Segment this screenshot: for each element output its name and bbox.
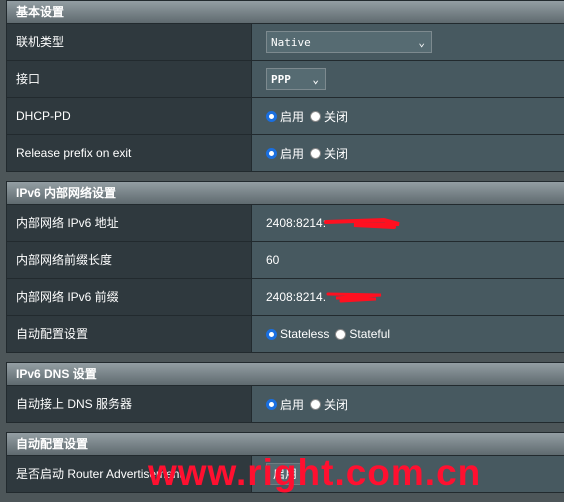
row-label: Release prefix on exit bbox=[7, 135, 252, 171]
row-interface: 接口 PPP ⌄ bbox=[7, 61, 564, 98]
select-value: Native bbox=[271, 35, 311, 49]
radio-icon bbox=[266, 110, 277, 122]
row-lan-ipv6-address: 内部网络 IPv6 地址 2408:8214: bbox=[7, 205, 564, 242]
row-label: 联机类型 bbox=[7, 24, 252, 60]
radio-label: 启用 bbox=[280, 397, 305, 412]
row-connection-type: 联机类型 Native ⌄ bbox=[7, 24, 564, 61]
radio-label: 关闭 bbox=[324, 146, 349, 161]
redaction-scribble bbox=[326, 292, 382, 303]
section-ipv6-lan: IPv6 内部网络设置 内部网络 IPv6 地址 2408:8214: 内部网络… bbox=[6, 181, 564, 353]
watermark: www.right.com.cn bbox=[148, 452, 482, 493]
radio-icon bbox=[335, 328, 347, 340]
dhcp-pd-disable-radio[interactable]: 关闭 bbox=[310, 108, 348, 125]
section-title: IPv6 内部网络设置 bbox=[7, 182, 564, 205]
row-auto-dns: 自动接上 DNS 服务器 启用 关闭 bbox=[7, 386, 564, 422]
row-lan-ipv6-prefix: 内部网络 IPv6 前缀 2408:8214. bbox=[7, 279, 564, 316]
row-lan-prefix-length: 内部网络前缀长度 60 bbox=[7, 242, 564, 279]
radio-label: Stateless bbox=[280, 327, 330, 341]
select-value: PPP bbox=[271, 72, 291, 86]
radio-icon bbox=[310, 398, 322, 410]
radio-icon bbox=[266, 328, 277, 340]
auto-dns-disable-radio[interactable]: 关闭 bbox=[310, 396, 348, 413]
row-label: 自动接上 DNS 服务器 bbox=[7, 386, 252, 422]
dhcp-pd-enable-radio[interactable]: 启用 bbox=[266, 108, 304, 125]
row-autoconfig: 自动配置设置 Stateless Stateful bbox=[7, 316, 564, 352]
row-label: 接口 bbox=[7, 61, 252, 97]
radio-icon bbox=[266, 147, 277, 159]
release-prefix-enable-radio[interactable]: 启用 bbox=[266, 145, 304, 162]
row-label: 内部网络前缀长度 bbox=[7, 242, 252, 278]
radio-icon bbox=[310, 147, 322, 159]
row-label: 内部网络 IPv6 前缀 bbox=[7, 279, 252, 315]
release-prefix-disable-radio[interactable]: 关闭 bbox=[310, 145, 348, 162]
lan-ipv6-prefix-value: 2408:8214. bbox=[266, 290, 327, 304]
interface-select[interactable]: PPP ⌄ bbox=[266, 68, 326, 90]
auto-dns-enable-radio[interactable]: 启用 bbox=[266, 396, 304, 413]
radio-label: 关闭 bbox=[324, 109, 349, 124]
redaction-scribble bbox=[324, 217, 400, 229]
section-title: 基本设置 bbox=[7, 1, 564, 24]
row-label: DHCP-PD bbox=[7, 98, 252, 134]
section-basic: 基本设置 联机类型 Native ⌄ 接口 PPP ⌄ DHCP-PD 启用 关闭 … bbox=[6, 0, 564, 172]
stateful-radio[interactable]: Stateful bbox=[335, 327, 390, 341]
row-label: 自动配置设置 bbox=[7, 316, 252, 352]
section-title: IPv6 DNS 设置 bbox=[7, 363, 564, 386]
section-ipv6-dns: IPv6 DNS 设置 自动接上 DNS 服务器 启用 关闭 bbox=[6, 362, 564, 423]
chevron-down-icon: ⌄ bbox=[418, 35, 425, 49]
radio-icon bbox=[310, 110, 322, 122]
lan-ipv6-address-value: 2408:8214: bbox=[266, 216, 327, 230]
lan-prefix-length-value: 60 bbox=[266, 253, 280, 267]
radio-label: Stateful bbox=[349, 327, 391, 341]
row-dhcp-pd: DHCP-PD 启用 关闭 bbox=[7, 98, 564, 135]
chevron-down-icon: ⌄ bbox=[312, 72, 319, 86]
stateless-radio[interactable]: Stateless bbox=[266, 327, 329, 341]
row-label: 内部网络 IPv6 地址 bbox=[7, 205, 252, 241]
connection-type-select[interactable]: Native ⌄ bbox=[266, 31, 432, 53]
radio-icon bbox=[266, 398, 277, 410]
radio-label: 启用 bbox=[280, 146, 305, 161]
radio-label: 关闭 bbox=[324, 397, 349, 412]
radio-label: 启用 bbox=[280, 109, 305, 124]
row-release-prefix: Release prefix on exit 启用 关闭 bbox=[7, 135, 564, 171]
